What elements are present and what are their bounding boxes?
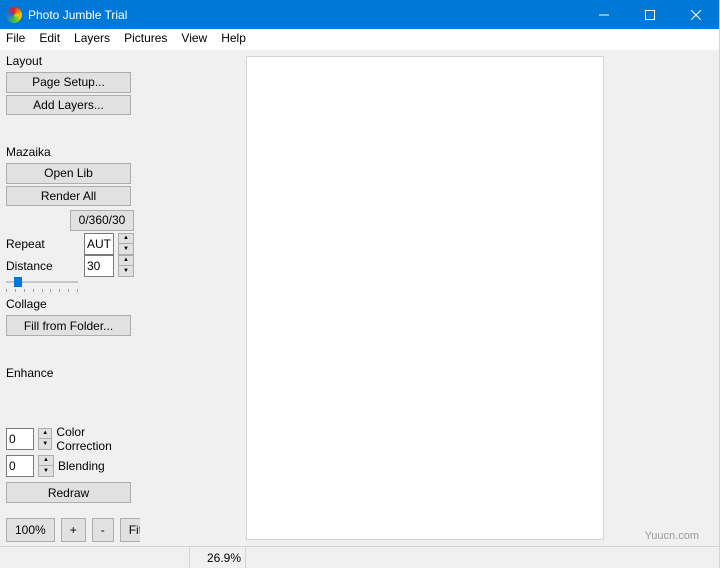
repeat-label: Repeat <box>6 237 80 251</box>
enhance-section-label: Enhance <box>6 366 134 380</box>
statusbar: 26.9% <box>0 546 719 568</box>
content-area: Layout Page Setup... Add Layers... Mazai… <box>0 50 719 546</box>
layout-section-label: Layout <box>6 54 134 68</box>
menu-help[interactable]: Help <box>221 31 246 48</box>
menu-layers[interactable]: Layers <box>74 31 110 48</box>
add-layers-button[interactable]: Add Layers... <box>6 95 131 116</box>
spinner-up-icon[interactable]: ▲ <box>39 456 53 467</box>
slider-thumb[interactable] <box>14 277 22 287</box>
blending-label: Blending <box>58 459 105 473</box>
distance-slider[interactable] <box>6 279 78 292</box>
status-cell-1 <box>0 547 190 568</box>
zoom-controls: 100% + - Fit <box>6 518 134 542</box>
redraw-button[interactable]: Redraw <box>6 482 131 503</box>
repeat-input[interactable] <box>84 233 114 255</box>
menu-edit[interactable]: Edit <box>39 31 60 48</box>
minimize-button[interactable] <box>581 0 627 29</box>
color-correction-label: Color Correction <box>56 425 134 453</box>
color-correction-spinner[interactable]: ▲▼ <box>38 428 52 450</box>
open-lib-button[interactable]: Open Lib <box>6 163 131 184</box>
canvas[interactable] <box>246 56 604 540</box>
page-setup-button[interactable]: Page Setup... <box>6 72 131 93</box>
maximize-button[interactable] <box>627 0 673 29</box>
window-title: Photo Jumble Trial <box>28 8 581 22</box>
spinner-down-icon[interactable]: ▼ <box>39 439 51 449</box>
app-icon <box>6 7 22 23</box>
fill-from-folder-button[interactable]: Fill from Folder... <box>6 315 131 336</box>
sidebar: Layout Page Setup... Add Layers... Mazai… <box>0 50 140 546</box>
spinner-down-icon[interactable]: ▼ <box>119 266 133 276</box>
repeat-spinner[interactable]: ▲▼ <box>118 233 134 255</box>
status-percent: 26.9% <box>190 547 246 568</box>
window-controls <box>581 0 719 29</box>
zoom-level-button[interactable]: 100% <box>6 518 55 542</box>
zoom-in-button[interactable]: + <box>61 518 86 542</box>
status-cell-3 <box>246 547 719 568</box>
close-button[interactable] <box>673 0 719 29</box>
mazaika-section-label: Mazaika <box>6 145 134 159</box>
collage-section-label: Collage <box>6 297 134 311</box>
menu-view[interactable]: View <box>181 31 207 48</box>
menu-file[interactable]: File <box>6 31 25 48</box>
spinner-up-icon[interactable]: ▲ <box>119 234 133 245</box>
canvas-area <box>140 50 719 546</box>
spinner-down-icon[interactable]: ▼ <box>119 244 133 254</box>
blending-spinner[interactable]: ▲▼ <box>38 455 54 477</box>
distance-input[interactable] <box>84 255 114 277</box>
menubar: File Edit Layers Pictures View Help <box>0 29 719 50</box>
distance-label: Distance <box>6 259 80 273</box>
distance-spinner[interactable]: ▲▼ <box>118 255 134 277</box>
spinner-down-icon[interactable]: ▼ <box>39 466 53 476</box>
watermark: Yuucn.com <box>645 530 699 542</box>
blending-input[interactable] <box>6 455 34 477</box>
mazaika-progress: 0/360/30 <box>70 210 134 231</box>
spinner-up-icon[interactable]: ▲ <box>119 256 133 267</box>
render-all-button[interactable]: Render All <box>6 186 131 207</box>
spinner-up-icon[interactable]: ▲ <box>39 429 51 440</box>
menu-pictures[interactable]: Pictures <box>124 31 167 48</box>
color-correction-input[interactable] <box>6 428 34 450</box>
titlebar: Photo Jumble Trial <box>0 0 719 29</box>
zoom-out-button[interactable]: - <box>92 518 114 542</box>
